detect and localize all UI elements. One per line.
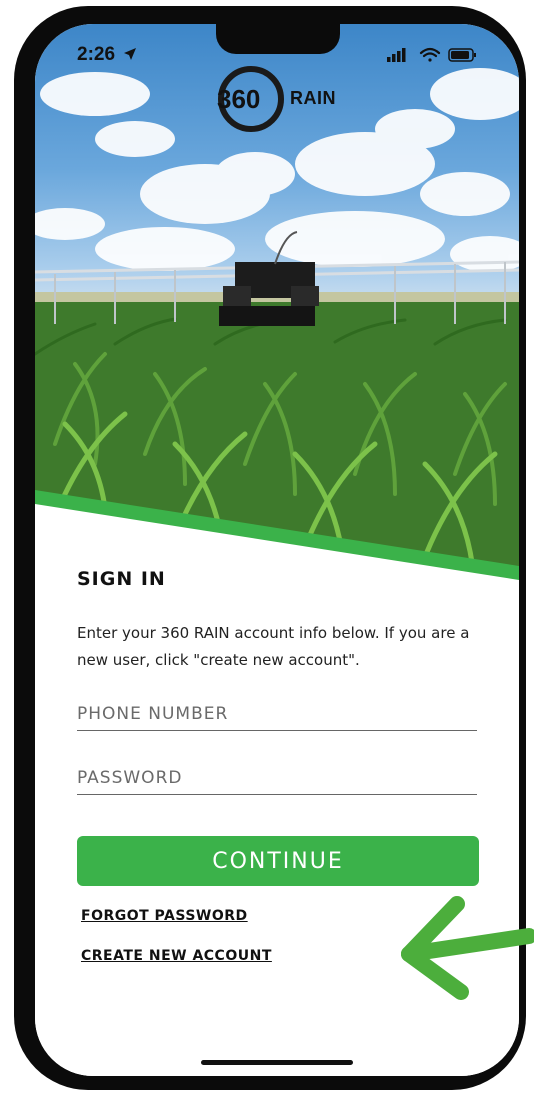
- location-arrow-icon: [123, 46, 137, 65]
- sign-in-description: Enter your 360 RAIN account info below. …: [77, 624, 470, 669]
- password-field[interactable]: [77, 758, 477, 795]
- create-account-link[interactable]: CREATE NEW ACCOUNT: [81, 948, 272, 964]
- password-input[interactable]: [77, 768, 477, 794]
- arrow-annotation-icon: [401, 896, 534, 1000]
- continue-button[interactable]: CONTINUE: [77, 836, 479, 886]
- phone-number-field[interactable]: [77, 694, 477, 731]
- phone-number-input[interactable]: [77, 704, 477, 730]
- hero-divider: [35, 490, 519, 614]
- sign-in-title: SIGN IN: [77, 568, 166, 590]
- battery-icon: [448, 48, 476, 62]
- wifi-icon: [419, 47, 441, 62]
- status-time: 2:26: [77, 44, 116, 65]
- brand-logo: 360 RAIN: [213, 66, 347, 132]
- signal-icon: [387, 48, 406, 62]
- home-indicator: [201, 1060, 353, 1065]
- notch: [216, 24, 340, 54]
- status-icons: [387, 47, 476, 62]
- logo-text: RAIN: [290, 88, 336, 108]
- logo-number: 360: [217, 84, 261, 114]
- forgot-password-link[interactable]: FORGOT PASSWORD: [81, 908, 248, 924]
